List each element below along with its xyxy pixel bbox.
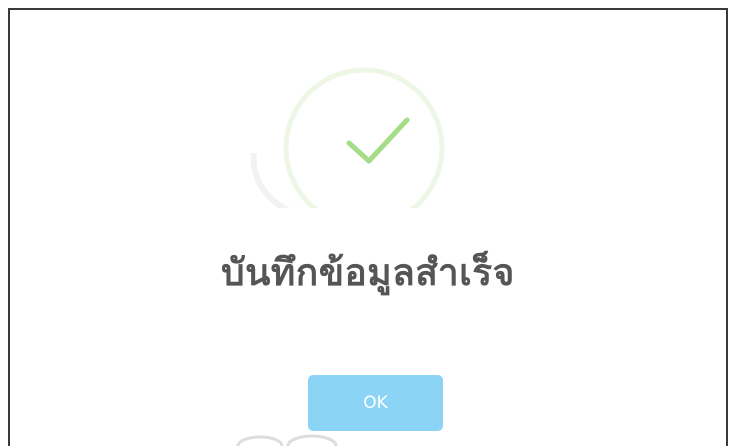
success-dialog: บันทึกข้อมูลสำเร็จ OK (8, 8, 728, 446)
dialog-title: บันทึกข้อมูลสำเร็จ (221, 251, 515, 294)
ok-button[interactable]: OK (308, 375, 443, 431)
success-check-icon (250, 67, 445, 208)
cut-off-element (236, 434, 338, 446)
